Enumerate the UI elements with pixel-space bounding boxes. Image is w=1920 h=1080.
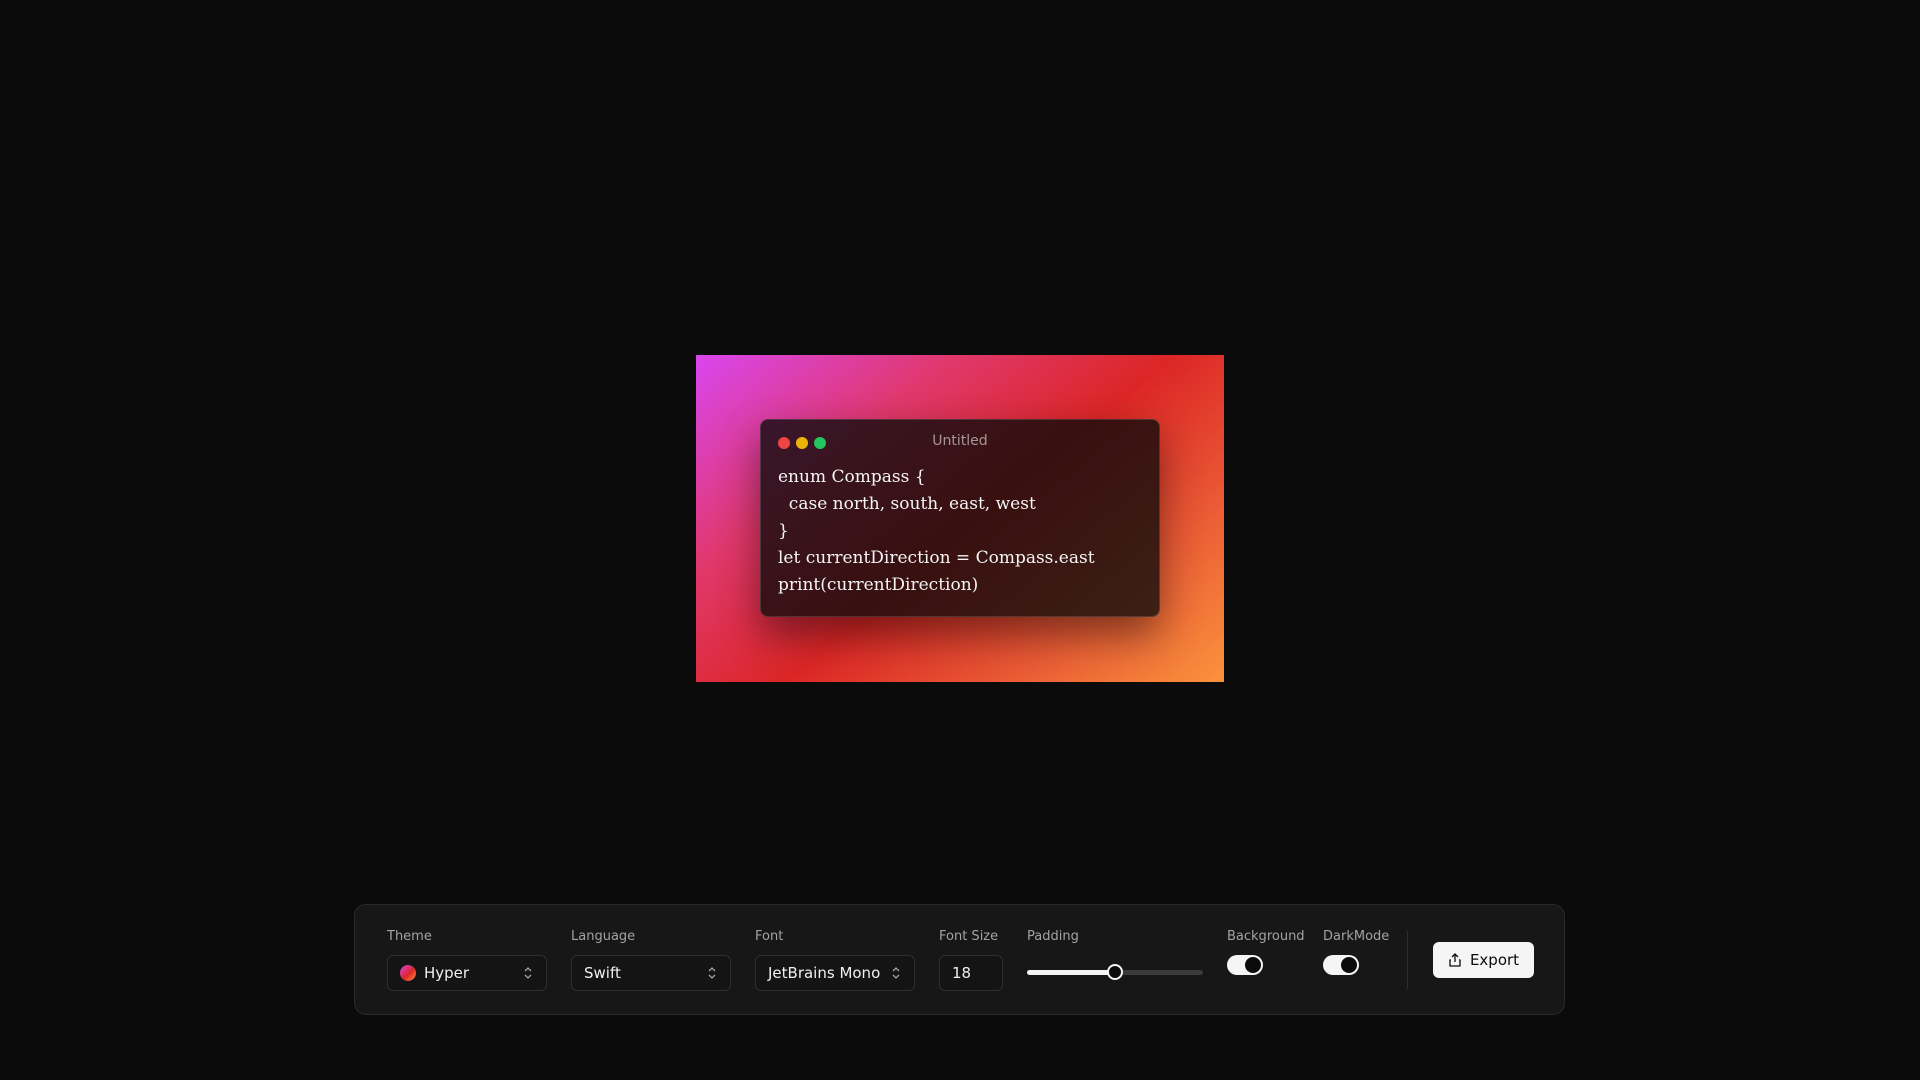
slider-fill — [1027, 970, 1115, 975]
padding-slider[interactable] — [1027, 955, 1203, 991]
code-line: } — [778, 521, 789, 541]
code-window: Untitled enum Compass { case north, sout… — [760, 419, 1160, 617]
theme-swatch-icon — [400, 965, 416, 981]
language-select[interactable]: Swift — [571, 955, 731, 991]
code-line: case north, south, east, west — [778, 494, 1036, 514]
font-select[interactable]: JetBrains Mono — [755, 955, 915, 991]
dark-mode-control: DarkMode — [1323, 929, 1389, 975]
code-line: let currentDirection = Compass.east — [778, 548, 1095, 568]
share-icon — [1449, 953, 1461, 967]
toggle-knob — [1245, 957, 1261, 973]
background-control: Background — [1227, 929, 1305, 975]
settings-toolbar: Theme Hyper Language Swift Font JetBrain… — [354, 904, 1565, 1015]
theme-value: Hyper — [424, 964, 470, 982]
language-value: Swift — [584, 964, 621, 982]
theme-select[interactable]: Hyper — [387, 955, 547, 991]
toggle-knob — [1341, 957, 1357, 973]
background-label: Background — [1227, 929, 1305, 944]
toolbar-divider — [1407, 931, 1408, 989]
padding-label: Padding — [1027, 929, 1079, 944]
font-size-input[interactable] — [939, 955, 1003, 991]
app-stage: Untitled enum Compass { case north, sout… — [0, 0, 1920, 1080]
font-value: JetBrains Mono — [768, 964, 881, 982]
dark-mode-label: DarkMode — [1323, 929, 1390, 944]
code-editor[interactable]: enum Compass { case north, south, east, … — [761, 464, 1159, 599]
language-label: Language — [571, 929, 636, 944]
chevron-up-down-icon — [524, 967, 532, 979]
slider-thumb[interactable] — [1107, 964, 1123, 980]
chevron-up-down-icon — [708, 967, 716, 979]
chevron-up-down-icon — [892, 967, 900, 979]
export-button[interactable]: Export — [1433, 942, 1534, 978]
font-label: Font — [755, 929, 784, 944]
snapshot-frame: Untitled enum Compass { case north, sout… — [696, 355, 1224, 682]
padding-control: Padding — [1027, 929, 1203, 991]
code-line: enum Compass { — [778, 467, 926, 487]
code-line: print(currentDirection) — [778, 575, 979, 595]
font-control: Font JetBrains Mono — [755, 929, 915, 991]
export-label: Export — [1469, 951, 1520, 969]
background-toggle[interactable] — [1227, 955, 1263, 975]
window-header: Untitled — [761, 420, 1159, 464]
window-title[interactable]: Untitled — [761, 433, 1159, 449]
font-size-control: Font Size — [939, 929, 1003, 991]
theme-label: Theme — [387, 929, 432, 944]
dark-mode-toggle[interactable] — [1323, 955, 1359, 975]
language-control: Language Swift — [571, 929, 731, 991]
font-size-label: Font Size — [939, 929, 999, 944]
theme-control: Theme Hyper — [387, 929, 547, 991]
